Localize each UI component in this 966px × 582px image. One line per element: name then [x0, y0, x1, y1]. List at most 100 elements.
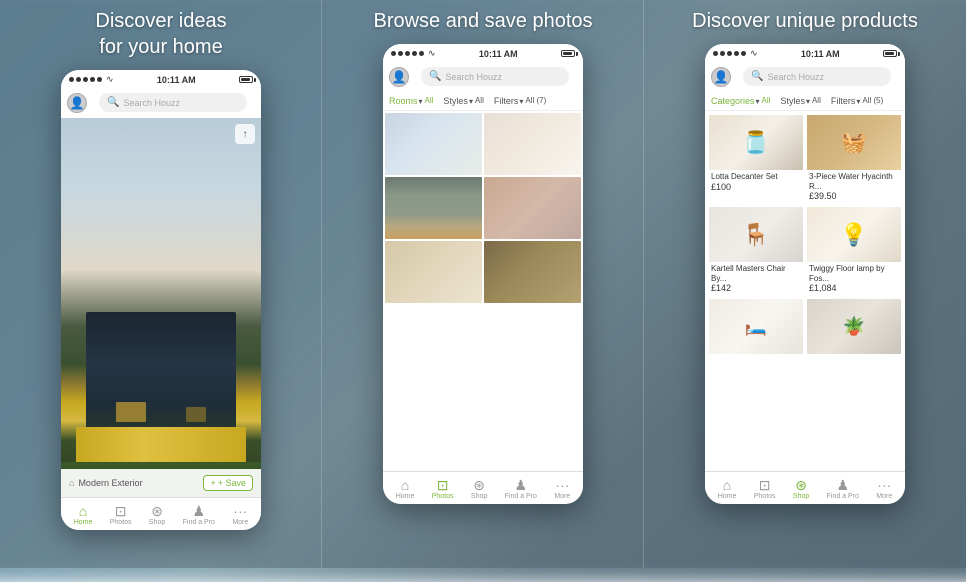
nav-photos-2[interactable]: ⊡ Photos [432, 478, 454, 500]
filter-styles-3[interactable]: Styles ▾ [780, 96, 810, 106]
nav-photos-1[interactable]: ⊡ Photos [110, 504, 132, 526]
product-img-decanter: 🫙 [709, 115, 803, 170]
nav-findpro-1[interactable]: ♟ Find a Pro [183, 504, 215, 526]
photo-cell-4[interactable] [484, 177, 581, 239]
product-card-decanter[interactable]: 🫙 Lotta Decanter Set £100 [709, 115, 803, 203]
photos-nav-icon-1: ⊡ [115, 504, 127, 518]
nav-more-1[interactable]: ··· More [232, 504, 248, 526]
caption-text-1: Modern Exterior [78, 478, 142, 488]
filter-styles-label-3: Styles [780, 96, 805, 106]
save-button-1[interactable]: + + Save [203, 475, 253, 491]
time-3: 10:11 AM [801, 49, 840, 59]
panel-1-heading: Discover ideas for your home [95, 8, 226, 60]
phone-2: ∿ 10:11 AM 👤 🔍 Search Houzz Rooms [383, 44, 583, 504]
home-nav-icon-1: ⌂ [79, 504, 87, 518]
findpro-nav-icon-2: ♟ [515, 478, 528, 492]
product-name-lamp: Twiggy Floor lamp by Fos... [807, 262, 901, 283]
phone-2-content [383, 111, 583, 471]
search-placeholder-1: Search Houzz [123, 98, 180, 108]
photo-cell-2[interactable] [484, 113, 581, 175]
panel-3: Discover unique products ∿ 10:11 AM [644, 0, 966, 568]
filter-rooms[interactable]: Rooms ▾ [389, 96, 423, 106]
filter-rooms-sub: All [425, 96, 434, 106]
filter-bar-3: Categories ▾ All Styles ▾ All Filters ▾ … [705, 92, 905, 111]
product-card-chair[interactable]: 🪑 Kartell Masters Chair By... £142 [709, 207, 803, 295]
product-extra-1[interactable]: 🛏️ [709, 299, 803, 354]
product-extra-2[interactable]: 🪴 [807, 299, 901, 354]
photo-grid-2 [383, 111, 583, 305]
product-img-chair: 🪑 [709, 207, 803, 262]
search-bar-3[interactable]: 🔍 Search Houzz [743, 67, 891, 86]
findpro-nav-icon-3: ♟ [837, 478, 850, 492]
filter-styles-sub: All [475, 96, 484, 106]
building-window-2 [186, 407, 206, 422]
caption-left-1: ⌂ Modern Exterior [69, 478, 142, 488]
status-bar-2: ∿ 10:11 AM [383, 44, 583, 61]
nav-photos-3[interactable]: ⊡ Photos [754, 478, 776, 500]
product-card-basket[interactable]: 🧺 3-Piece Water Hyacinth R... £39.50 [807, 115, 901, 203]
photo-cell-3[interactable] [385, 177, 482, 239]
filter-categories-sub: All [762, 96, 771, 106]
nav-shop-label-3: Shop [793, 493, 809, 500]
panel-2: Browse and save photos ∿ 10:11 AM [322, 0, 644, 568]
nav-home-1[interactable]: ⌂ Home [74, 504, 93, 526]
product-price-basket: £39.50 [807, 191, 901, 203]
photo-cell-5[interactable] [385, 241, 482, 303]
search-bar-2[interactable]: 🔍 Search Houzz [421, 67, 569, 86]
nav-home-label-2: Home [396, 493, 415, 500]
shop-nav-icon-2: ⊛ [473, 478, 485, 492]
search-row-2: 👤 🔍 Search Houzz [383, 61, 583, 92]
wifi-icon-3: ∿ [750, 48, 758, 59]
photos-nav-icon-3: ⊡ [759, 478, 771, 492]
filter-styles-label: Styles [443, 96, 468, 106]
home-nav-icon-2: ⌂ [401, 478, 409, 492]
product-grid-3: 🫙 Lotta Decanter Set £100 🧺 3-Piece Wate… [705, 111, 905, 299]
nav-photos-label-2: Photos [432, 493, 454, 500]
nav-findpro-label-2: Find a Pro [505, 493, 537, 500]
photo-cell-1[interactable] [385, 113, 482, 175]
filter-filters[interactable]: Filters ▾ [494, 96, 524, 106]
filter-rooms-chevron: ▾ [419, 97, 423, 106]
filter-filters-chevron: ▾ [519, 97, 523, 106]
search-icon-1: 🔍 [107, 97, 119, 108]
findpro-nav-icon-1: ♟ [193, 504, 206, 518]
signal-dots-3: ∿ [713, 48, 758, 59]
nav-home-3[interactable]: ⌂ Home [718, 478, 737, 500]
search-placeholder-3: Search Houzz [767, 72, 824, 82]
nav-findpro-3[interactable]: ♟ Find a Pro [827, 478, 859, 500]
search-row-1: 👤 🔍 Search Houzz [61, 87, 261, 118]
shop-nav-icon-3: ⊛ [795, 478, 807, 492]
product-price-lamp: £1,084 [807, 283, 901, 295]
filter-filters-3[interactable]: Filters ▾ [831, 96, 861, 106]
nav-shop-3[interactable]: ⊛ Shop [793, 478, 809, 500]
nav-shop-2[interactable]: ⊛ Shop [471, 478, 487, 500]
nav-more-2[interactable]: ··· More [554, 478, 570, 500]
search-bar-1[interactable]: 🔍 Search Houzz [99, 93, 247, 112]
nav-home-2[interactable]: ⌂ Home [396, 478, 415, 500]
save-label-1: + Save [218, 478, 246, 488]
nav-shop-1[interactable]: ⊛ Shop [149, 504, 165, 526]
product-img-lamp: 💡 [807, 207, 901, 262]
search-icon-2: 🔍 [429, 71, 441, 82]
filter-styles-sub-3: All [812, 96, 821, 106]
more-nav-icon-3: ··· [877, 478, 891, 492]
product-card-lamp[interactable]: 💡 Twiggy Floor lamp by Fos... £1,084 [807, 207, 901, 295]
filter-styles-chevron: ▾ [469, 97, 473, 106]
panel-3-heading: Discover unique products [692, 8, 918, 34]
battery-1 [239, 76, 253, 83]
wifi-icon-2: ∿ [428, 48, 436, 59]
filter-styles[interactable]: Styles ▾ [443, 96, 473, 106]
nav-more-3[interactable]: ··· More [876, 478, 892, 500]
more-nav-icon-2: ··· [555, 478, 569, 492]
nav-more-label-2: More [554, 493, 570, 500]
panel-1: Discover ideas for your home ∿ 10:11 AM [0, 0, 322, 568]
nav-photos-label-3: Photos [754, 493, 776, 500]
filter-filters-label: Filters [494, 96, 519, 106]
nav-findpro-2[interactable]: ♟ Find a Pro [505, 478, 537, 500]
hero-image-container: ↑ ⌂ Modern Exterior + + Save [61, 118, 261, 497]
photo-cell-6[interactable] [484, 241, 581, 303]
nav-findpro-label-1: Find a Pro [183, 519, 215, 526]
filter-categories[interactable]: Categories ▾ [711, 96, 760, 106]
share-button-1[interactable]: ↑ [235, 124, 255, 144]
bottom-nav-2: ⌂ Home ⊡ Photos ⊛ Shop ♟ Find a Pro ··· [383, 471, 583, 504]
